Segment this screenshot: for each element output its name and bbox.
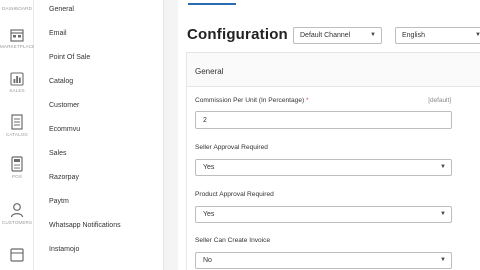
product-approval-select[interactable]: Yes ▼ xyxy=(195,206,452,223)
seller-invoice-label: Seller Can Create Invoice xyxy=(195,237,271,244)
commission-input[interactable]: 2 xyxy=(195,111,452,129)
default-scope-hint: [default] xyxy=(428,97,451,104)
chevron-down-icon: ▼ xyxy=(440,257,446,263)
content-gutter xyxy=(164,0,178,270)
icon-sidebar: Dashboard Marketplace Sales Catalog xyxy=(0,0,36,270)
submenu-item-point-of-sale[interactable]: Point Of Sale xyxy=(49,54,90,61)
submenu-item-whatsapp-notifications[interactable]: Whatsapp Notifications xyxy=(49,222,121,229)
rail-item-dashboard[interactable]: Dashboard xyxy=(0,0,34,11)
page-title: Configuration xyxy=(187,26,288,43)
locale-select-value: English xyxy=(402,32,425,39)
sales-chart-icon xyxy=(10,72,24,86)
submenu-item-paytm[interactable]: Paytm xyxy=(49,198,69,205)
chevron-down-icon: ▼ xyxy=(475,32,480,38)
channel-select-value: Default Channel xyxy=(300,32,351,39)
seller-invoice-select[interactable]: No ▼ xyxy=(195,252,452,269)
commission-label-text: Commission Per Unit (In Percentage) xyxy=(195,97,305,104)
card-header: General xyxy=(187,53,480,87)
channel-select[interactable]: Default Channel ▼ xyxy=(293,27,382,44)
chevron-down-icon: ▼ xyxy=(440,164,446,170)
submenu-item-razorpay[interactable]: Razorpay xyxy=(49,174,79,181)
product-approval-label: Product Approval Required xyxy=(195,191,274,198)
card-title: General xyxy=(195,67,224,76)
seller-approval-select[interactable]: Yes ▼ xyxy=(195,159,452,176)
submenu-item-email[interactable]: Email xyxy=(49,30,67,37)
rail-label-sales: Sales xyxy=(9,88,25,93)
marketplace-icon xyxy=(10,29,24,42)
seller-invoice-value: No xyxy=(203,257,212,264)
rail-label-pos: POS xyxy=(11,174,22,179)
customers-icon xyxy=(10,203,24,218)
rail-item-marketplace[interactable]: Marketplace xyxy=(0,28,36,49)
rail-label-customers: Customers xyxy=(1,220,33,225)
cms-icon xyxy=(10,248,24,262)
submenu-item-sales[interactable]: Sales xyxy=(49,150,67,157)
main-panel: Configuration Default Channel ▼ English … xyxy=(178,0,480,270)
submenu-item-ecommvu[interactable]: Ecommvu xyxy=(49,126,80,133)
rail-item-pos[interactable]: POS xyxy=(0,156,34,179)
pos-terminal-icon xyxy=(11,156,23,172)
seller-approval-value: Yes xyxy=(203,164,215,171)
chevron-down-icon: ▼ xyxy=(440,211,446,217)
rail-item-sales[interactable]: Sales xyxy=(0,72,34,93)
rail-item-catalog[interactable]: Catalog xyxy=(0,114,34,137)
settings-submenu: General Email Point Of Sale Catalog Cust… xyxy=(34,0,164,270)
rail-label-dashboard: Dashboard xyxy=(2,6,32,11)
seller-approval-label: Seller Approval Required xyxy=(195,144,268,151)
rail-label-catalog: Catalog xyxy=(6,132,28,137)
required-mark: * xyxy=(306,97,309,104)
chevron-down-icon: ▼ xyxy=(370,32,376,38)
card-body: Commission Per Unit (In Percentage) * [d… xyxy=(187,87,480,270)
commission-input-value: 2 xyxy=(203,117,207,124)
rail-item-cms[interactable] xyxy=(0,248,34,262)
locale-select[interactable]: English ▼ xyxy=(395,27,480,44)
rail-label-marketplace: Marketplace xyxy=(0,44,36,49)
submenu-item-catalog[interactable]: Catalog xyxy=(49,78,73,85)
commission-label: Commission Per Unit (In Percentage) * xyxy=(195,97,309,104)
general-settings-card: General Commission Per Unit (In Percenta… xyxy=(186,52,480,270)
active-tab-indicator xyxy=(188,3,236,5)
rail-item-customers[interactable]: Customers xyxy=(0,202,34,225)
submenu-item-instamojo[interactable]: Instamojo xyxy=(49,246,79,253)
product-approval-value: Yes xyxy=(203,211,215,218)
submenu-item-general[interactable]: General xyxy=(49,6,74,13)
submenu-item-customer[interactable]: Customer xyxy=(49,102,79,109)
catalog-icon xyxy=(11,114,23,130)
